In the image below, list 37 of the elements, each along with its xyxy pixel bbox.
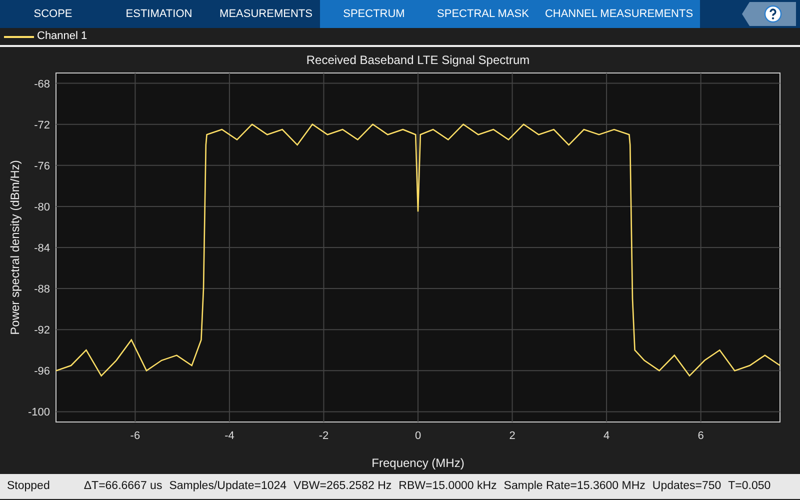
ribbon-tab[interactable]: SPECTRUM bbox=[320, 0, 428, 28]
help-icon bbox=[764, 5, 782, 23]
ribbon-tab[interactable]: SCOPE bbox=[0, 0, 106, 28]
y-axis-label: Power spectral density (dBm/Hz) bbox=[8, 160, 22, 335]
y-tick-label: -96 bbox=[34, 366, 50, 378]
x-axis-label: Frequency (MHz) bbox=[372, 456, 464, 470]
status-readout: T=0.050 bbox=[728, 478, 771, 494]
ribbon-tab[interactable]: CHANNEL MEASUREMENTS bbox=[538, 0, 700, 28]
x-tick-label: 6 bbox=[698, 430, 704, 442]
x-tick-label: -2 bbox=[318, 430, 329, 442]
chart-title: Received Baseband LTE Signal Spectrum bbox=[306, 53, 530, 67]
y-tick-label: -84 bbox=[34, 242, 50, 254]
x-tick-label: 2 bbox=[509, 430, 516, 442]
y-tick-label: -100 bbox=[28, 406, 50, 419]
status-readout: VBW=265.2582 Hz bbox=[294, 478, 392, 494]
x-tick-label: 0 bbox=[414, 430, 422, 442]
status-readout: Sample Rate=15.3600 MHz bbox=[504, 478, 646, 494]
legend-label: Channel 1 bbox=[37, 29, 88, 44]
y-tick-label: -88 bbox=[34, 284, 50, 296]
y-tick-label: -76 bbox=[34, 160, 50, 172]
x-tick-label: -4 bbox=[224, 430, 234, 442]
status-readout: RBW=15.0000 kHz bbox=[398, 478, 497, 494]
status-readout: Samples/Update=1024 bbox=[169, 478, 287, 494]
y-tick-label: -92 bbox=[34, 324, 50, 337]
legend-line bbox=[4, 36, 34, 38]
help-button[interactable] bbox=[742, 2, 796, 26]
status-readout: Updates=750 bbox=[652, 478, 722, 494]
x-tick-label: -6 bbox=[130, 430, 140, 442]
y-tick-label: -72 bbox=[34, 119, 50, 132]
ribbon-tab[interactable]: SPECTRAL MASK bbox=[428, 0, 538, 28]
status-readout: ΔT=66.6667 us bbox=[84, 478, 162, 494]
y-tick-label: -68 bbox=[34, 78, 50, 90]
y-tick-label: -80 bbox=[34, 201, 50, 214]
status-text: Stopped bbox=[7, 478, 50, 494]
x-tick-label: 4 bbox=[603, 430, 610, 442]
ribbon-tab[interactable]: ESTIMATION bbox=[106, 0, 212, 28]
ribbon-tab[interactable]: MEASUREMENTS bbox=[212, 0, 320, 28]
